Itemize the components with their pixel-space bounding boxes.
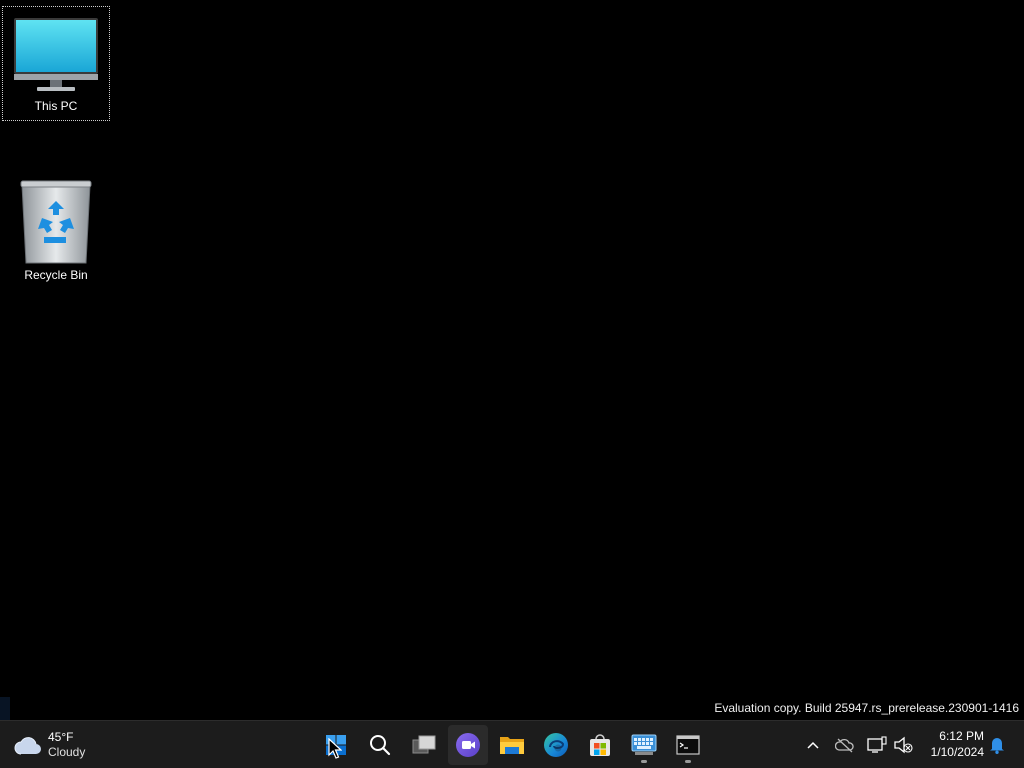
recycle-bin-icon bbox=[13, 180, 99, 266]
onedrive-offline-icon bbox=[835, 738, 854, 753]
store-button[interactable] bbox=[580, 725, 620, 765]
edge-icon bbox=[544, 733, 568, 757]
clock-date: 1/10/2024 bbox=[930, 745, 984, 759]
folder-icon bbox=[500, 737, 524, 754]
volume-button[interactable] bbox=[891, 733, 915, 757]
desktop-edge-artifact bbox=[0, 697, 10, 720]
terminal-icon bbox=[676, 735, 700, 755]
task-view-icon bbox=[412, 735, 436, 754]
weather-temperature: 45°F bbox=[48, 730, 74, 744]
clock-time: 6:12 PM bbox=[939, 729, 984, 743]
store-icon bbox=[590, 734, 610, 756]
keyboard-app-button[interactable] bbox=[624, 725, 664, 765]
monitor-icon bbox=[13, 11, 99, 97]
desktop-icon-label: This PC bbox=[34, 99, 78, 113]
desktop-icon-this-pc[interactable]: This PC bbox=[2, 6, 110, 121]
meet-icon bbox=[456, 733, 480, 757]
weather-widget[interactable]: 45°F Cloudy bbox=[14, 727, 85, 763]
clock[interactable]: 6:12 PM 1/10/2024 bbox=[920, 728, 984, 760]
notification-button[interactable] bbox=[986, 733, 1008, 757]
running-indicator bbox=[685, 760, 691, 763]
onedrive-button[interactable] bbox=[833, 733, 857, 757]
chevron-up-icon bbox=[807, 741, 819, 749]
network-button[interactable] bbox=[865, 733, 889, 757]
edge-button[interactable] bbox=[536, 725, 576, 765]
keyboard-icon bbox=[631, 734, 657, 755]
desktop-icon-recycle-bin[interactable]: Recycle Bin bbox=[2, 180, 110, 292]
network-icon bbox=[867, 736, 887, 753]
task-view-button[interactable] bbox=[404, 725, 444, 765]
evaluation-watermark: Evaluation copy. Build 25947.rs_prerelea… bbox=[714, 701, 1019, 715]
volume-muted-icon bbox=[894, 736, 913, 754]
desktop[interactable]: This PC Recycle Bin Evaluation copy. Bui… bbox=[0, 0, 1024, 720]
weather-condition: Cloudy bbox=[48, 745, 86, 759]
taskbar: 45°F Cloudy 6:12 PM 1/10/2024 bbox=[0, 720, 1024, 768]
file-explorer-button[interactable] bbox=[492, 725, 532, 765]
cloud-icon bbox=[14, 737, 41, 755]
start-button[interactable] bbox=[316, 725, 356, 765]
bell-icon bbox=[990, 738, 1004, 754]
tray-overflow-button[interactable] bbox=[801, 733, 825, 757]
search-button[interactable] bbox=[360, 725, 400, 765]
meet-button[interactable] bbox=[448, 725, 488, 765]
terminal-button[interactable] bbox=[668, 725, 708, 765]
running-indicator bbox=[641, 760, 647, 763]
windows-start-icon bbox=[326, 735, 346, 755]
desktop-icon-label: Recycle Bin bbox=[24, 268, 88, 282]
search-icon bbox=[370, 735, 391, 756]
